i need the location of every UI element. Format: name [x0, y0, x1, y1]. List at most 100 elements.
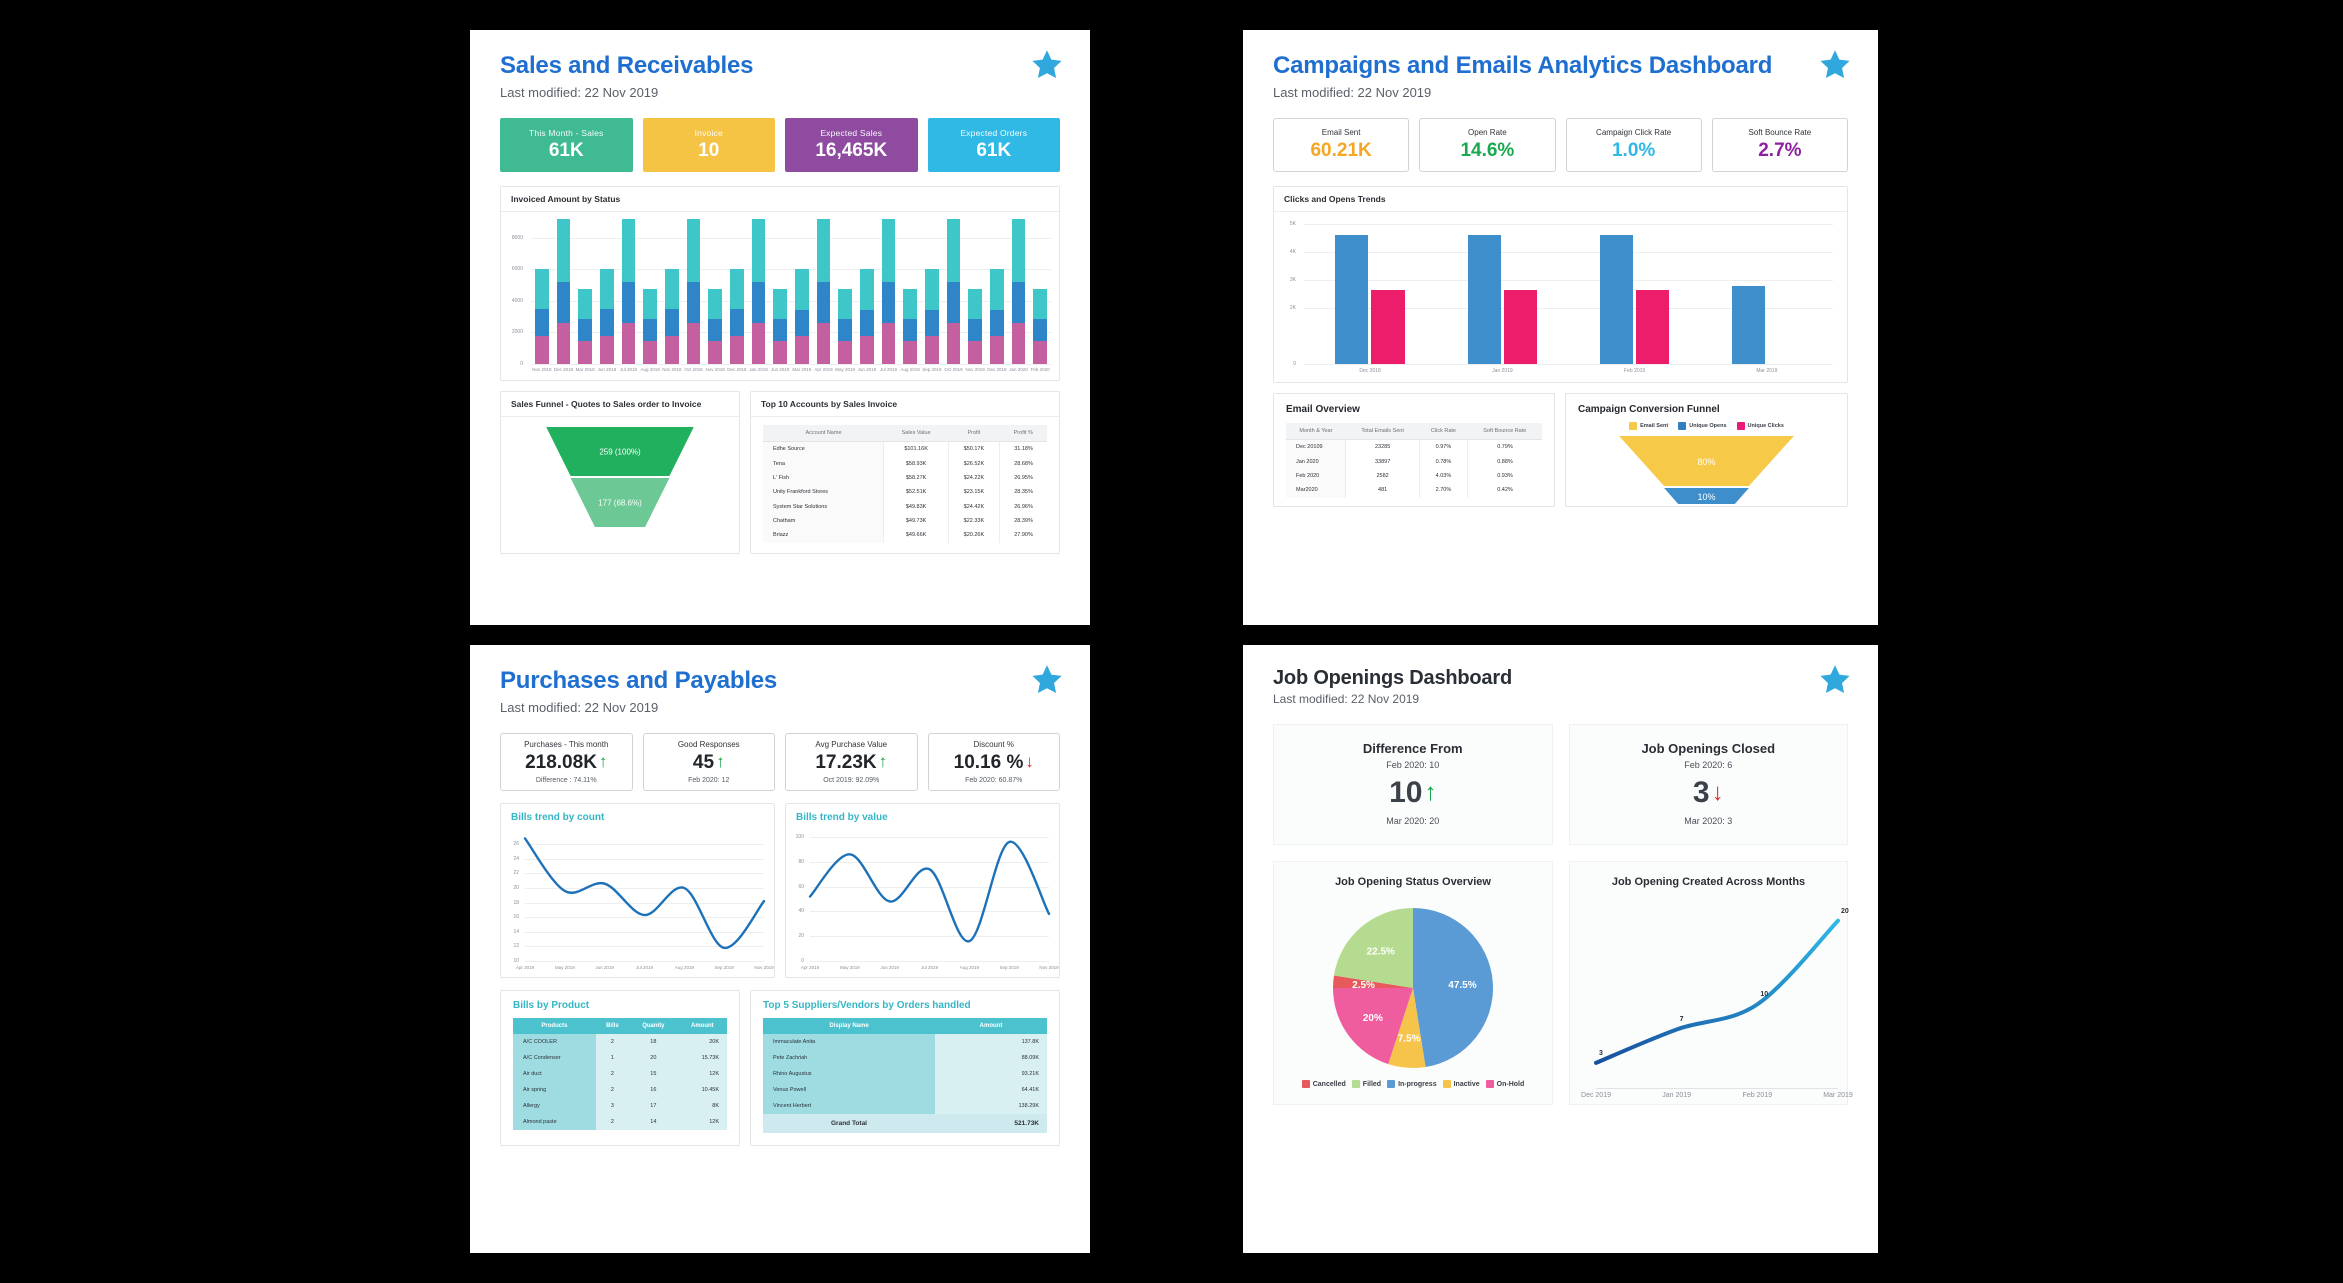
table-row[interactable]: Mar2020 481 2.70% 0.42% — [1286, 483, 1542, 498]
line-path[interactable] — [808, 840, 1051, 943]
bar-stack[interactable] — [556, 218, 571, 364]
bills-by-product-card[interactable]: Bills by Product Products Bills Quanity Amo… — [500, 990, 740, 1146]
bills-trend-value-card[interactable]: Bills trend by value 0 20 40 60 80 100 Apr 201… — [785, 803, 1060, 978]
bar[interactable] — [1467, 235, 1501, 364]
bar-stack[interactable] — [773, 289, 787, 364]
kpi-tile[interactable]: Good Responses 45 ↑ Feb 2020: 12 — [642, 733, 775, 791]
table-row[interactable]: Air duct 2 15 12K — [513, 1066, 727, 1082]
bills-trend-count-chart[interactable]: 10 12 14 16 18 20 22 24 26 Apr 2019 May 2019 Jun 20… — [501, 827, 774, 977]
sales-funnel-card[interactable]: Sales Funnel - Quotes to Sales order to … — [500, 391, 740, 554]
panel-sales-and-receivables[interactable]: Sales and Receivables Last modified: 22 … — [470, 30, 1090, 625]
bar[interactable] — [1335, 235, 1369, 364]
bills-trend-count-card[interactable]: Bills trend by count 10 12 14 16 18 20 22 24 26 A… — [500, 803, 775, 978]
kpi-tile[interactable]: Campaign Click Rate 1.0% — [1565, 118, 1702, 172]
bar-stack[interactable] — [686, 218, 701, 364]
email-overview-card[interactable]: Email Overview Month & Year Total Emails … — [1273, 393, 1555, 507]
conversion-funnel-card[interactable]: Campaign Conversion Funnel Email Sent Uni… — [1565, 393, 1848, 507]
legend-item[interactable]: In-progress — [1387, 1080, 1437, 1088]
table-row[interactable]: Almond paste 2 14 12K — [513, 1114, 727, 1130]
top-accounts-table[interactable]: Account Name Sales Value Profit Profit % Edh… — [763, 425, 1047, 543]
table-row[interactable]: Immaculate Anita 137.8K — [763, 1034, 1047, 1050]
kpi-tile[interactable]: Avg Purchase Value 17.23K ↑ Oct 2019: 92.09… — [785, 733, 918, 791]
bar-stack[interactable] — [535, 269, 549, 364]
invoiced-amount-card[interactable]: Invoiced Amount by Status 0 2000 4000 6000 8… — [500, 186, 1060, 381]
table-row[interactable]: Venus Powell 64.41K — [763, 1082, 1047, 1098]
table-row[interactable]: Pete Zachriah 88.09K — [763, 1050, 1047, 1066]
bar-stack[interactable] — [643, 289, 657, 364]
bar-stack[interactable] — [730, 269, 744, 364]
panel-campaigns-and-emails[interactable]: Campaigns and Emails Analytics Dashboard… — [1243, 30, 1878, 625]
bar-stack[interactable] — [881, 218, 896, 364]
star-icon[interactable] — [1030, 663, 1064, 697]
top-suppliers-card[interactable]: Top 5 Suppliers/Vendors by Orders handle… — [750, 990, 1060, 1146]
kpi-tile[interactable]: Expected Sales 16,465K — [785, 118, 918, 172]
legend-item[interactable]: Cancelled — [1301, 1080, 1346, 1088]
kpi-tile[interactable]: Email Sent 60.21K — [1273, 118, 1410, 172]
table-row[interactable]: Edhe Source $101.16K $50.17K 31.18% — [763, 441, 1047, 457]
bar-stack[interactable] — [816, 218, 831, 364]
bar-stack[interactable] — [990, 269, 1004, 364]
star-icon[interactable] — [1818, 663, 1852, 697]
kpi-tile[interactable]: Purchases - This month 218.08K ↑ Difference… — [500, 733, 633, 791]
bar-stack[interactable] — [925, 269, 939, 364]
table-row[interactable]: A/C COOLER 2 18 20K — [513, 1034, 727, 1050]
bar[interactable] — [1503, 289, 1537, 364]
pie-card[interactable]: Job Opening Status Overview 47.5% 7.5% 20%… — [1273, 861, 1553, 1105]
table-row[interactable]: Rhino Augustus 93.21K — [763, 1066, 1047, 1082]
email-overview-table[interactable]: Month & Year Total Emails Sent Click Rate S… — [1286, 423, 1542, 498]
bar[interactable] — [1599, 235, 1633, 364]
line-path[interactable] — [523, 837, 766, 950]
bar-stack[interactable] — [795, 269, 809, 364]
bills-trend-value-chart[interactable]: 0 20 40 60 80 100 Apr 2019 May 2019 Jun 2019 Jul … — [786, 827, 1059, 977]
kpi-tile[interactable]: Invoice 10 — [642, 118, 775, 172]
panel-purchases-and-payables[interactable]: Purchases and Payables Last modified: 22… — [470, 645, 1090, 1253]
table-row[interactable]: A/C Condenser 1 20 15.73K — [513, 1050, 727, 1066]
bar-stack[interactable] — [1033, 289, 1047, 364]
bar-stack[interactable] — [708, 289, 722, 364]
bar-stack[interactable] — [578, 289, 592, 364]
table-row[interactable]: Air spring 2 16 10.45K — [513, 1082, 727, 1098]
legend-item[interactable]: Unique Clicks — [1736, 422, 1784, 430]
top-accounts-card[interactable]: Top 10 Accounts by Sales Invoice Account… — [750, 391, 1060, 554]
legend-item[interactable]: Inactive — [1442, 1080, 1480, 1088]
table-row[interactable]: Unity Frankford Stores $52.51K $23.15K 28.3… — [763, 485, 1047, 500]
table-row[interactable]: L' Fish $58.27K $24.22K 26.95% — [763, 470, 1047, 486]
bar-stack[interactable] — [665, 269, 679, 364]
table-row[interactable]: Allergy 3 17 8K — [513, 1098, 727, 1114]
kpi-tile[interactable]: Expected Orders 61K — [927, 118, 1060, 172]
clicks-opens-chart[interactable]: 0 2K 3K 4K 5K Dec 2018 Jan 2019 Feb 2019 Mar 201… — [1274, 212, 1847, 382]
table-row[interactable]: Chatham $49.73K $22.33K 28.39% — [763, 513, 1047, 529]
bar[interactable] — [1635, 289, 1670, 364]
bar[interactable] — [1371, 289, 1405, 364]
jobs-line-card[interactable]: Job Opening Created Across Months 3 7 10 20… — [1569, 861, 1853, 1105]
legend-item[interactable]: On-Hold — [1485, 1080, 1524, 1088]
kpi-card[interactable]: Job Openings Closed Feb 2020: 6 3 ↓ Mar 2020… — [1568, 724, 1848, 845]
table-row[interactable]: Feb 2020 2582 4.03% 0.93% — [1286, 468, 1542, 484]
kpi-tile[interactable]: Discount % 10.16 % ↓ Feb 2020: 60.87% — [927, 733, 1060, 791]
invoiced-amount-chart[interactable]: 0 2000 4000 6000 8000 Nov 2018 Dec 2018 Mar 201… — [501, 212, 1059, 380]
kpi-tile[interactable]: Soft Bounce Rate 2.7% — [1711, 118, 1848, 172]
table-row[interactable]: Vincent Herbert 138.29K — [763, 1098, 1047, 1114]
clicks-opens-card[interactable]: Clicks and Opens Trends 0 2K 3K 4K 5K Dec 201… — [1273, 186, 1848, 383]
panel-job-openings[interactable]: Job Openings Dashboard Last modified: 22… — [1243, 645, 1878, 1253]
kpi-tile[interactable]: Open Rate 14.6% — [1419, 118, 1556, 172]
job-status-pie-chart[interactable]: 47.5% 7.5% 20% 2.5% 22.5% — [1274, 894, 1552, 1074]
bar-stack[interactable] — [860, 269, 874, 364]
bar-stack[interactable] — [903, 288, 917, 364]
bills-by-product-table[interactable]: Products Bills Quanity Amount A/C COOLER 2 18 2… — [513, 1018, 727, 1130]
bar[interactable] — [1732, 285, 1766, 364]
bar-stack[interactable] — [751, 218, 766, 364]
bar-stack[interactable] — [838, 288, 852, 364]
bar-stack[interactable] — [1011, 218, 1026, 364]
bar-stack[interactable] — [600, 269, 614, 364]
sales-funnel-chart[interactable]: 259 (100%) 177 (68.6%) — [501, 417, 739, 539]
kpi-tile[interactable]: This Month - Sales 61K — [500, 118, 633, 172]
conversion-funnel-chart[interactable]: 80% 10% — [1578, 430, 1835, 506]
bar-stack[interactable] — [968, 289, 982, 364]
top-suppliers-table[interactable]: Display Name Amount Immaculate Anita 137.8K… — [763, 1018, 1047, 1133]
table-row[interactable]: Briazz $49.66K $20.26K 27.90% — [763, 528, 1047, 543]
bar-stack[interactable] — [621, 218, 636, 364]
table-row[interactable]: System Star Solutions $49.83K $24.42K 26.96… — [763, 499, 1047, 514]
legend-item[interactable]: Email Sent — [1629, 422, 1668, 430]
legend-item[interactable]: Filled — [1351, 1080, 1381, 1088]
